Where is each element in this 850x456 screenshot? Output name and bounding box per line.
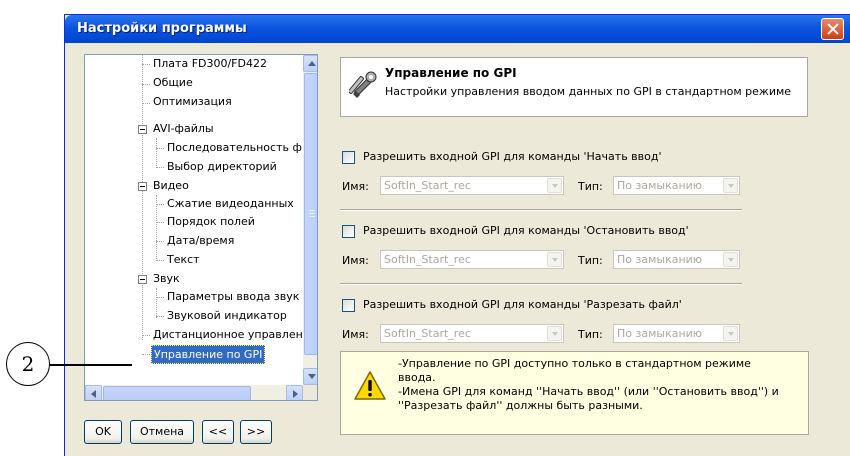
gpi-stop-type-value: По замыканию xyxy=(617,253,703,266)
collapse-sound-icon[interactable] xyxy=(138,275,147,284)
tree-item-general[interactable]: Общие xyxy=(151,74,195,93)
callout-pointer-line xyxy=(50,364,132,366)
tree-item-text[interactable]: Текст xyxy=(165,251,202,270)
gpi-start-type-combo[interactable]: По замыканию xyxy=(613,176,740,195)
window-title: Настройки программы xyxy=(77,21,247,36)
chevron-down-icon[interactable] xyxy=(723,178,738,193)
gpi-start-name-value: SoftIn_Start_rec xyxy=(384,179,471,192)
gpi-start-type-value: По замыканию xyxy=(617,179,703,192)
cancel-button[interactable]: Отмена xyxy=(130,420,194,444)
gpi-start-type-label: Тип: xyxy=(578,180,603,193)
gpi-start-checkbox[interactable] xyxy=(342,151,355,164)
tree-item-compression[interactable]: Сжатие видеоданных xyxy=(165,195,296,214)
collapse-avi-icon[interactable] xyxy=(138,125,147,134)
tools-icon xyxy=(349,71,377,98)
gpi-stop-type-combo[interactable]: По замыканию xyxy=(613,250,740,269)
gpi-split-label: Разрешить входной GPI для команды 'Разре… xyxy=(363,298,682,311)
tree-item-sound-indicator[interactable]: Звуковой индикатор xyxy=(165,307,289,326)
header-title: Управление по GPI xyxy=(385,66,517,80)
tree-item-gpi-control[interactable]: Управление по GPI xyxy=(151,345,266,364)
title-bar[interactable]: Настройки программы xyxy=(65,15,850,43)
info-box: -Управление по GPI доступно только в ста… xyxy=(340,351,809,435)
tree-item-datetime[interactable]: Дата/время xyxy=(165,232,236,251)
scroll-corner xyxy=(303,385,317,400)
divider xyxy=(340,283,742,285)
ok-button[interactable]: OK xyxy=(84,420,122,444)
tree-vertical-scrollbar[interactable] xyxy=(303,55,317,385)
gpi-stop-checkbox[interactable] xyxy=(342,225,355,238)
chevron-down-icon[interactable] xyxy=(723,252,738,267)
settings-tree: Плата FD300/FD422 Общие Оптимизация AVI-… xyxy=(84,54,318,401)
tree-item-directories[interactable]: Выбор директорий xyxy=(165,158,279,177)
callout-number: 2 xyxy=(6,342,50,386)
divider xyxy=(340,209,742,211)
collapse-video-icon[interactable] xyxy=(138,182,147,191)
gpi-start-name-label: Имя: xyxy=(342,180,369,193)
tree-item-board[interactable]: Плата FD300/FD422 xyxy=(151,55,269,74)
gpi-split-name-label: Имя: xyxy=(342,328,369,341)
gpi-stop-name-value: SoftIn_Start_rec xyxy=(384,253,471,266)
tree-item-avi-files[interactable]: AVI-файлы xyxy=(151,120,216,139)
tree-item-remote-control[interactable]: Дистанционное управлени xyxy=(151,326,303,345)
gpi-split-name-value: SoftIn_Start_rec xyxy=(384,327,471,340)
gpi-split-type-combo[interactable]: По замыканию xyxy=(613,324,740,343)
tree-content: Плата FD300/FD422 Общие Оптимизация AVI-… xyxy=(85,55,303,385)
gpi-stop-type-label: Тип: xyxy=(578,254,603,267)
horizontal-scroll-thumb[interactable] xyxy=(103,386,251,400)
scroll-up-button[interactable] xyxy=(303,55,317,72)
gpi-split-type-label: Тип: xyxy=(578,328,603,341)
gpi-split-type-value: По замыканию xyxy=(617,327,703,340)
vertical-scroll-thumb[interactable] xyxy=(304,73,317,355)
chevron-down-icon[interactable] xyxy=(547,178,562,193)
scroll-right-button[interactable] xyxy=(286,385,303,400)
gpi-stop-name-label: Имя: xyxy=(342,254,369,267)
info-text: -Управление по GPI доступно только в ста… xyxy=(398,357,779,412)
scroll-down-button[interactable] xyxy=(303,368,317,385)
previous-button[interactable]: << xyxy=(202,420,234,444)
gpi-split-name-combo[interactable]: SoftIn_Start_rec xyxy=(380,324,564,343)
tree-item-audio-input[interactable]: Параметры ввода звук xyxy=(165,288,301,307)
chevron-down-icon[interactable] xyxy=(723,326,738,341)
gpi-split-checkbox[interactable] xyxy=(342,299,355,312)
next-button[interactable]: >> xyxy=(240,420,272,444)
tree-item-optimization[interactable]: Оптимизация xyxy=(151,93,234,112)
close-button[interactable] xyxy=(821,18,844,40)
gpi-start-label: Разрешить входной GPI для команды 'Начат… xyxy=(363,150,662,163)
warning-icon xyxy=(354,371,386,400)
header-subtitle: Настройки управления вводом данных по GP… xyxy=(385,85,792,98)
scroll-left-button[interactable] xyxy=(85,385,102,400)
chevron-down-icon[interactable] xyxy=(547,252,562,267)
gpi-stop-label: Разрешить входной GPI для команды 'Остан… xyxy=(363,224,689,237)
tree-item-field-order[interactable]: Порядок полей xyxy=(165,213,257,232)
tree-item-sequence[interactable]: Последовательность ф xyxy=(165,139,303,158)
tree-item-sound[interactable]: Звук xyxy=(151,270,182,289)
tree-item-video[interactable]: Видео xyxy=(151,177,191,196)
gpi-start-name-combo[interactable]: SoftIn_Start_rec xyxy=(380,176,564,195)
tree-horizontal-scrollbar[interactable] xyxy=(85,385,303,400)
chevron-down-icon[interactable] xyxy=(547,326,562,341)
gpi-stop-name-combo[interactable]: SoftIn_Start_rec xyxy=(380,250,564,269)
page-header: Управление по GPI Настройки управления в… xyxy=(340,57,808,117)
